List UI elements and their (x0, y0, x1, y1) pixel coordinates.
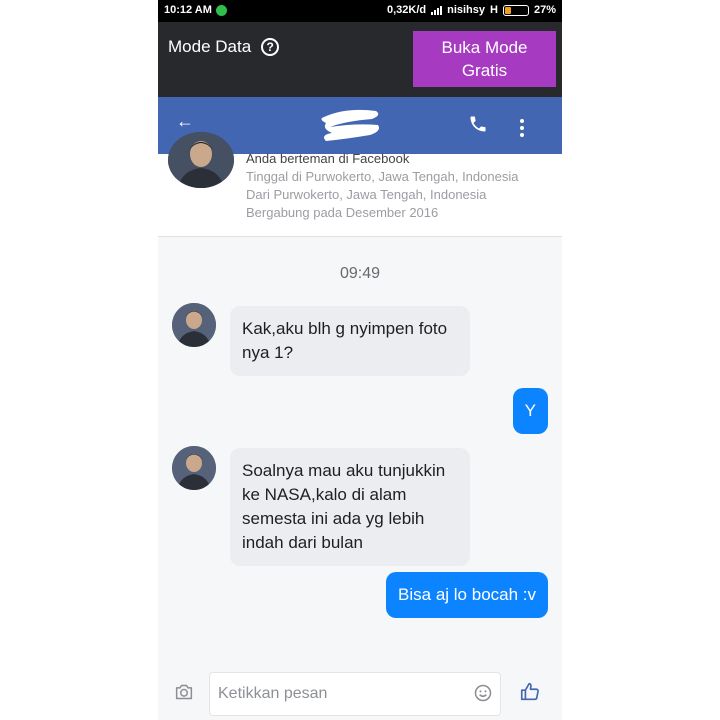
data-mode-label: Mode Data (168, 37, 252, 56)
open-free-mode-button[interactable]: Buka Mode Gratis (413, 31, 556, 87)
friend-status: Anda berteman di Facebook (246, 151, 410, 166)
network-speed: 0,32K/d (386, 4, 427, 16)
message-input[interactable] (209, 672, 501, 716)
phone-icon[interactable] (468, 114, 488, 134)
message-bubble-outgoing[interactable]: Bisa aj lo bocah :v (386, 572, 548, 618)
carrier-name: nisihsy (447, 4, 486, 16)
whatsapp-icon (215, 4, 227, 16)
signal-icon (431, 5, 443, 15)
hometown: Dari Purwokerto, Jawa Tengah, Indonesia (246, 187, 487, 202)
avatar (168, 132, 234, 188)
message-bubble-outgoing[interactable]: Y (512, 388, 548, 434)
emoji-icon[interactable] (473, 683, 493, 703)
messenger-screen: 10:12 AM 0,32K/d nisihsy H 27% Mode Data… (158, 0, 562, 720)
more-vertical-icon[interactable] (520, 119, 524, 137)
camera-icon[interactable] (174, 683, 194, 701)
message-timestamp: 09:49 (339, 265, 381, 282)
status-bar: 10:12 AM 0,32K/d nisihsy H 27% (158, 0, 562, 22)
message-bubble-incoming[interactable]: Soalnya mau aku tunjukkin ke NASA,kalo d… (230, 448, 470, 566)
data-mode-bar: Mode Data ? Buka Mode Gratis (158, 22, 562, 97)
redacted-contact-name (321, 109, 379, 141)
battery-icon (502, 4, 529, 16)
back-arrow-icon[interactable]: ← (176, 111, 194, 132)
avatar[interactable] (172, 303, 216, 347)
message-bubble-incoming[interactable]: Kak,aku blh g nyimpen foto nya 1? (230, 306, 470, 376)
help-icon[interactable]: ? (261, 38, 280, 56)
status-time: 10:12 AM (164, 4, 212, 16)
battery-percent: 27% (533, 4, 556, 16)
lives-in: Tinggal di Purwokerto, Jawa Tengah, Indo… (246, 169, 519, 184)
message-composer (158, 668, 562, 720)
profile-summary: Anda berteman di Facebook Tinggal di Pur… (158, 132, 562, 237)
like-icon[interactable] (519, 681, 541, 703)
profile-info: Anda berteman di Facebook Tinggal di Pur… (246, 150, 518, 222)
network-type: H (490, 4, 498, 16)
avatar[interactable] (172, 446, 216, 490)
joined-date: Bergabung pada Desember 2016 (246, 205, 439, 220)
